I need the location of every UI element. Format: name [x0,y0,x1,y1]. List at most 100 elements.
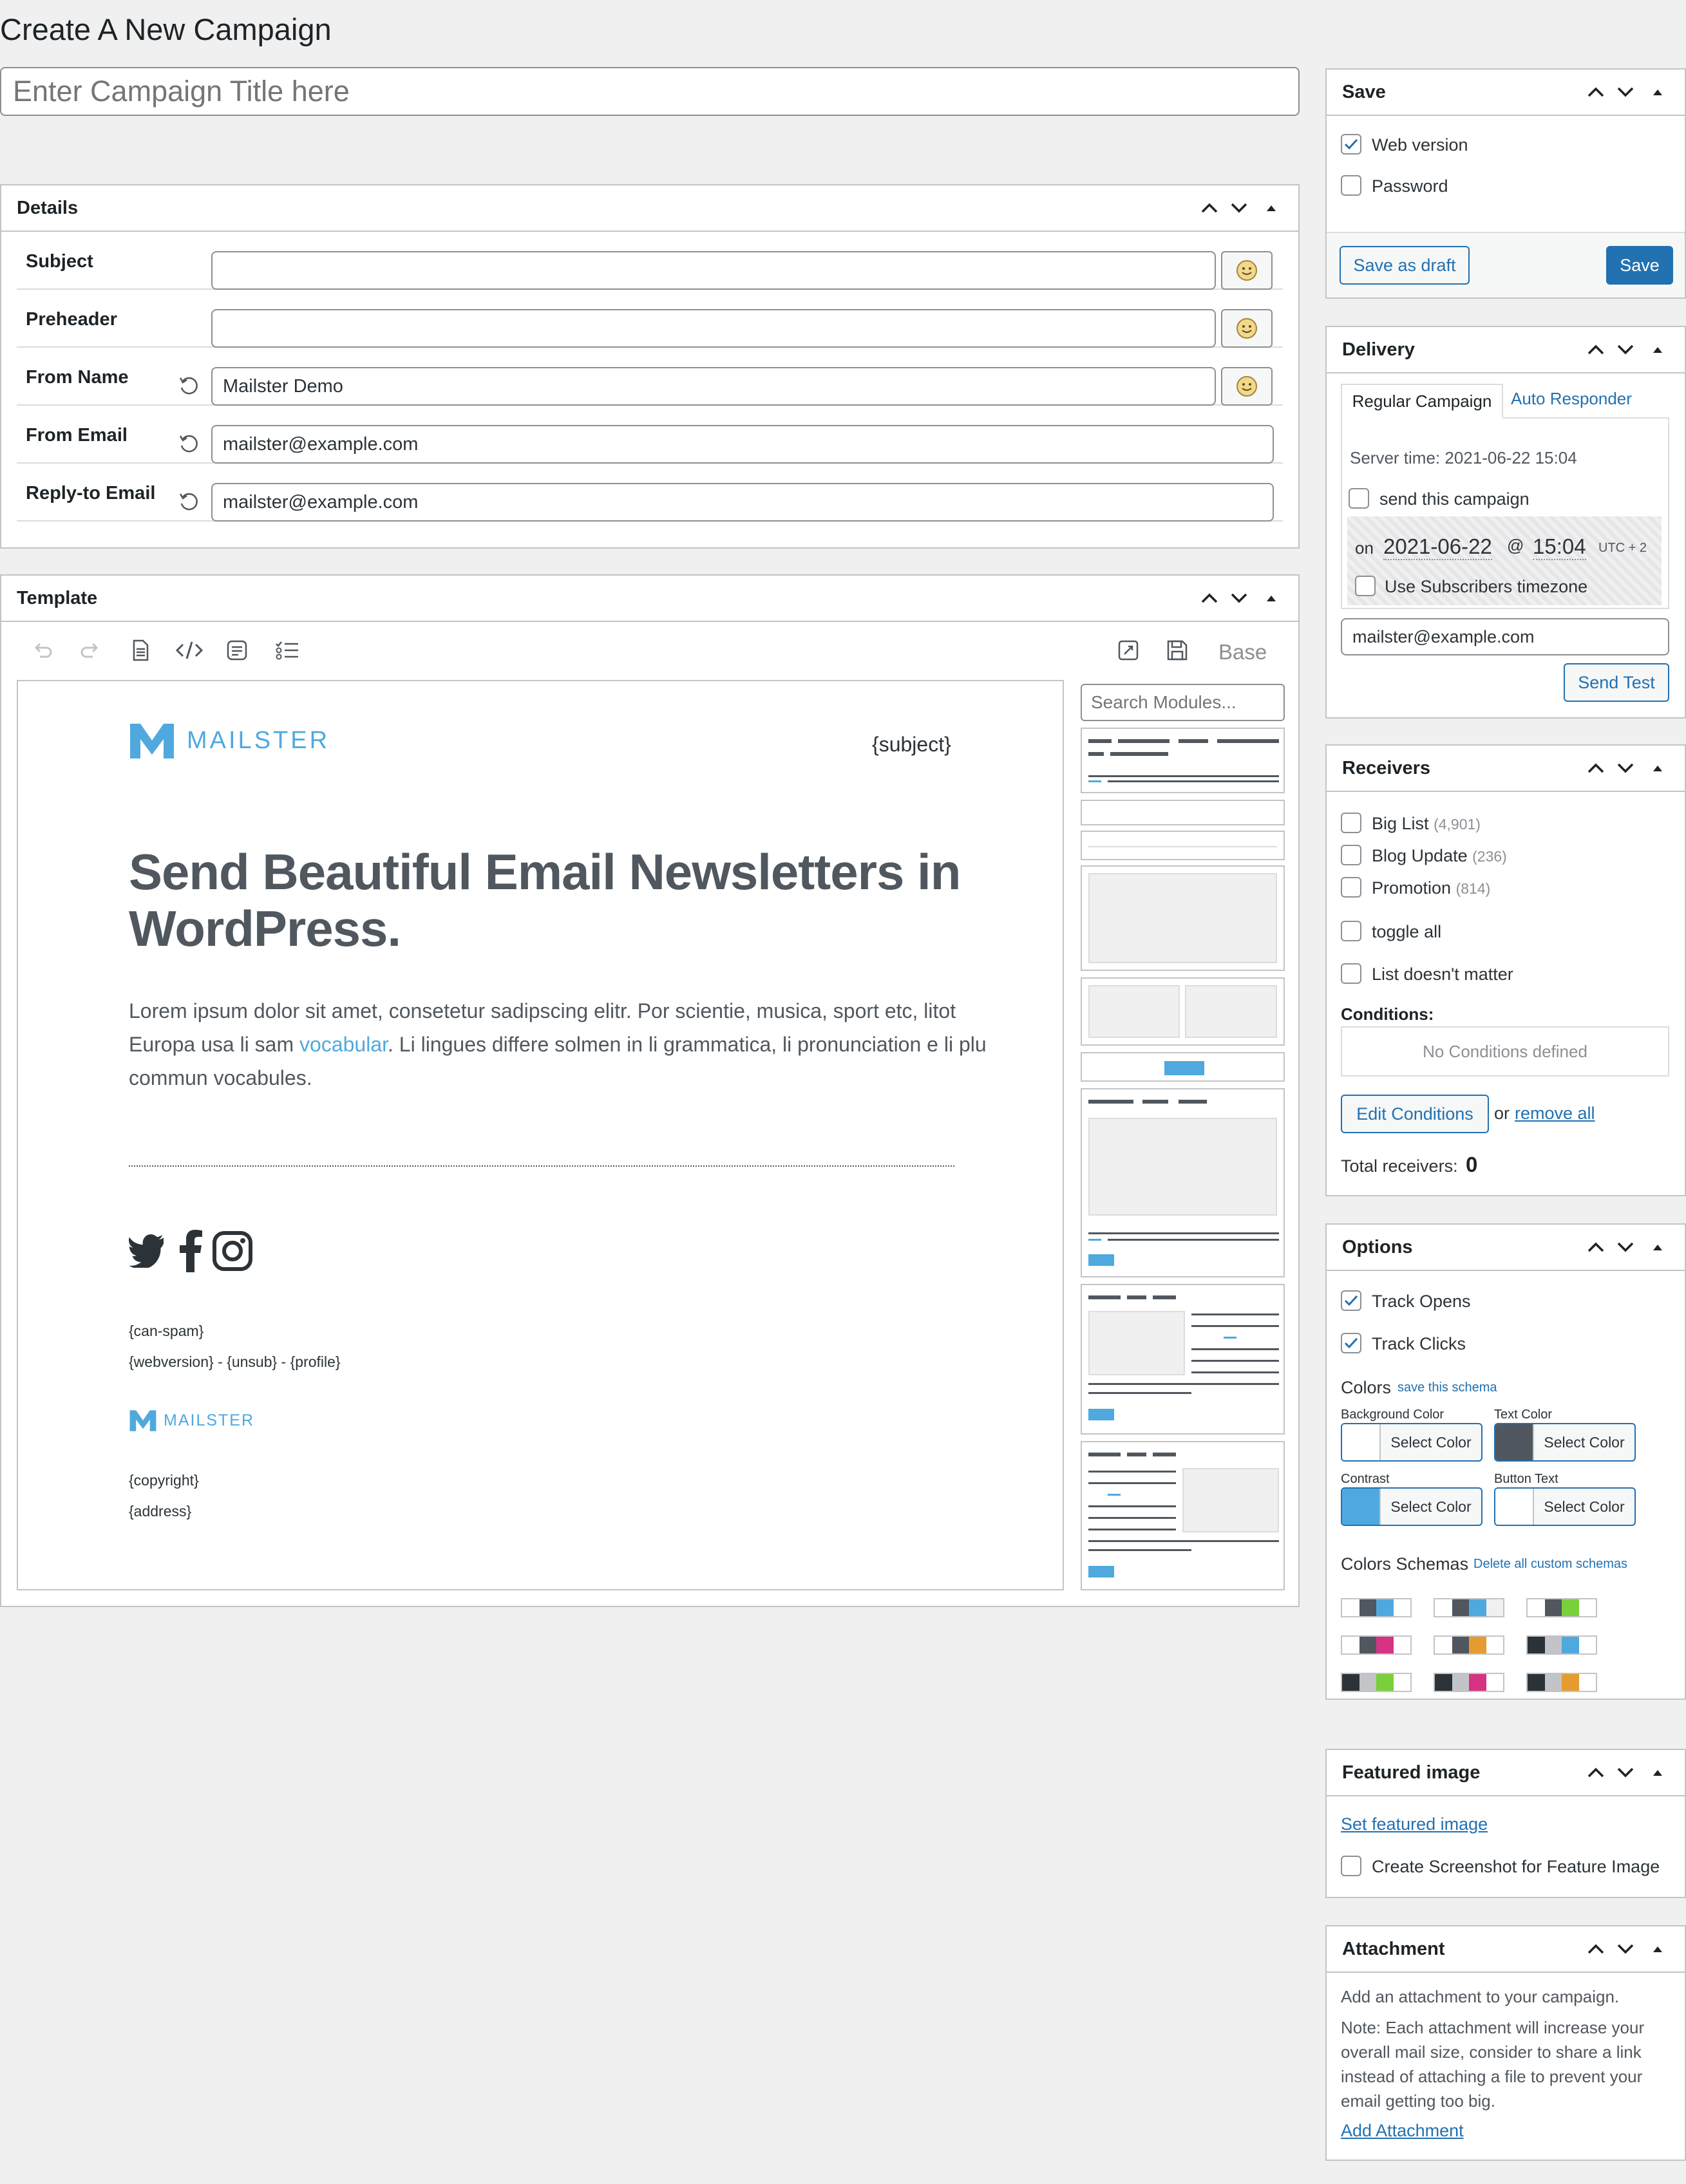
delete-schemas-link[interactable]: Delete all custom schemas [1473,1557,1627,1572]
facebook-icon[interactable] [179,1230,202,1272]
set-featured-image-link[interactable]: Set featured image [1341,1814,1488,1834]
document-icon[interactable] [129,639,152,662]
subject-emoji-button[interactable] [1221,251,1273,290]
schedule-date[interactable]: 2021-06-22 [1383,534,1492,560]
test-email-input[interactable]: mailster@example.com [1341,618,1669,655]
chevron-up-icon[interactable] [1587,86,1605,98]
module-thumb-header[interactable] [1081,728,1285,793]
list-checkbox-big-list[interactable] [1341,813,1361,833]
schedule-time[interactable]: 15:04 [1533,534,1586,560]
save-button[interactable]: Save [1606,246,1673,285]
plaintext-icon[interactable] [225,639,249,662]
chevron-up-icon[interactable] [1200,202,1218,214]
collapse-toggle-icon[interactable] [1260,592,1283,604]
color-schema-9[interactable] [1526,1673,1597,1692]
preheader-input[interactable] [211,309,1216,348]
list-doesnt-matter-checkbox[interactable] [1341,963,1361,984]
list-checkbox-blog-update[interactable] [1341,845,1361,865]
collapse-toggle-icon[interactable] [1646,86,1669,98]
collapse-toggle-icon[interactable] [1646,1943,1669,1955]
color-schema-5[interactable] [1434,1635,1504,1655]
module-thumb-two-images[interactable] [1081,977,1285,1046]
save-draft-button[interactable]: Save as draft [1340,246,1470,285]
chevron-up-icon[interactable] [1587,1767,1605,1778]
chevron-up-icon[interactable] [1587,1241,1605,1253]
template-base-label[interactable]: Base [1218,640,1267,664]
chevron-down-icon[interactable] [1616,86,1634,98]
code-icon[interactable] [175,639,204,662]
color-schema-3[interactable] [1526,1598,1597,1617]
chevron-down-icon[interactable] [1616,762,1634,774]
module-thumb-divider[interactable] [1081,831,1285,860]
color-schema-8[interactable] [1434,1673,1504,1692]
from-name-input[interactable]: Mailster Demo [211,367,1216,406]
chevron-down-icon[interactable] [1230,592,1248,604]
color-schema-6[interactable] [1526,1635,1597,1655]
reply-to-input[interactable]: mailster@example.com [211,483,1274,522]
module-thumb-image-right[interactable] [1081,1441,1285,1590]
remove-all-link[interactable]: remove all [1515,1104,1595,1124]
web-version-checkbox[interactable] [1341,134,1361,155]
collapse-toggle-icon[interactable] [1646,762,1669,774]
module-search-input[interactable] [1081,684,1285,721]
reset-from-email-icon[interactable] [178,433,200,455]
subscriber-timezone-checkbox[interactable] [1355,576,1376,596]
reset-from-name-icon[interactable] [178,375,200,397]
button-text-color-picker[interactable]: Select Color [1494,1487,1636,1526]
collapse-toggle-icon[interactable] [1646,1241,1669,1253]
send-campaign-checkbox[interactable] [1349,488,1369,509]
email-preview[interactable]: MAILSTER {subject} Send Beautiful Email … [17,680,1064,1590]
save-schema-link[interactable]: save this schema [1397,1380,1497,1395]
chevron-down-icon[interactable] [1616,1767,1634,1778]
save-template-icon[interactable] [1166,639,1189,662]
password-checkbox[interactable] [1341,175,1361,196]
track-clicks-checkbox[interactable] [1341,1333,1361,1353]
tab-auto-responder[interactable]: Auto Responder [1511,389,1632,409]
chevron-up-icon[interactable] [1587,1943,1605,1955]
track-opens-checkbox[interactable] [1341,1290,1361,1311]
add-attachment-link[interactable]: Add Attachment [1341,2121,1464,2141]
body-link[interactable]: vocabular [299,1033,388,1056]
instagram-icon[interactable] [213,1231,252,1271]
bg-color-picker[interactable]: Select Color [1341,1423,1482,1462]
chevron-down-icon[interactable] [1616,344,1634,355]
text-color-picker[interactable]: Select Color [1494,1423,1636,1462]
module-thumb-article[interactable] [1081,1088,1285,1277]
from-name-emoji-button[interactable] [1221,367,1273,406]
chevron-down-icon[interactable] [1230,202,1248,214]
campaign-title-input[interactable] [0,67,1300,116]
checklist-icon[interactable] [274,639,300,662]
module-thumb-image-left[interactable] [1081,1284,1285,1435]
module-thumb-button[interactable] [1081,1052,1285,1082]
tab-regular-campaign[interactable]: Regular Campaign [1341,384,1503,419]
module-thumb-spacer[interactable] [1081,800,1285,825]
chevron-down-icon[interactable] [1616,1943,1634,1955]
color-schema-1[interactable] [1341,1598,1412,1617]
preheader-emoji-button[interactable] [1221,309,1273,348]
undo-icon[interactable] [31,639,54,662]
chevron-down-icon[interactable] [1616,1241,1634,1253]
subject-input[interactable] [211,251,1216,290]
send-test-button[interactable]: Send Test [1564,663,1669,702]
color-schema-7[interactable] [1341,1673,1412,1692]
chevron-up-icon[interactable] [1200,592,1218,604]
color-schema-4[interactable] [1341,1635,1412,1655]
from-email-input[interactable]: mailster@example.com [211,425,1274,464]
fullscreen-icon[interactable] [1117,639,1140,662]
collapse-toggle-icon[interactable] [1646,1767,1669,1778]
reset-reply-to-icon[interactable] [178,491,200,513]
collapse-toggle-icon[interactable] [1646,344,1669,355]
chevron-up-icon[interactable] [1587,344,1605,355]
bg-color-swatch [1342,1424,1381,1460]
twitter-icon[interactable] [129,1234,169,1268]
module-thumb-image[interactable] [1081,865,1285,971]
chevron-up-icon[interactable] [1587,762,1605,774]
list-checkbox-promotion[interactable] [1341,877,1361,898]
toggle-all-checkbox[interactable] [1341,921,1361,941]
edit-conditions-button[interactable]: Edit Conditions [1341,1095,1489,1133]
collapse-toggle-icon[interactable] [1260,202,1283,214]
contrast-color-picker[interactable]: Select Color [1341,1487,1482,1526]
color-schema-2[interactable] [1434,1598,1504,1617]
screenshot-checkbox[interactable] [1341,1856,1361,1876]
redo-icon[interactable] [79,639,102,662]
